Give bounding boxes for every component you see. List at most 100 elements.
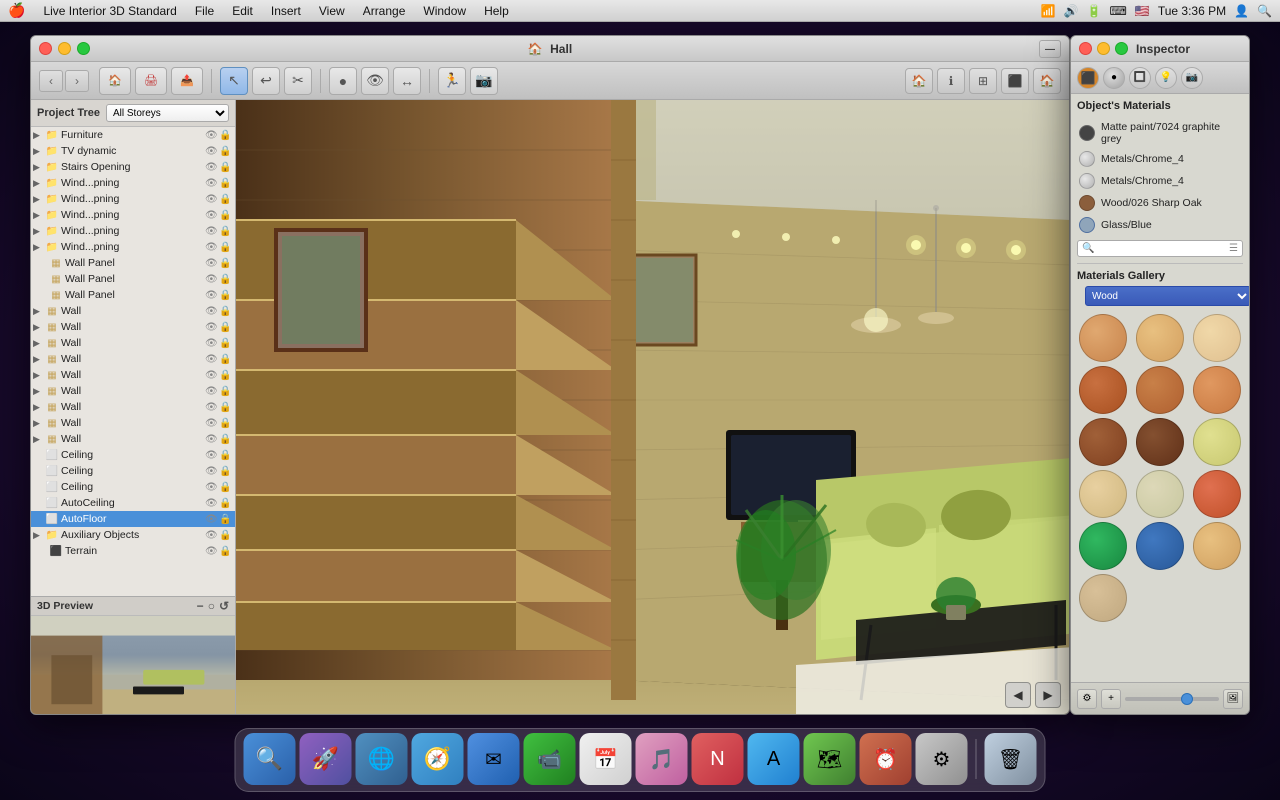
swatch-wood11[interactable]: [1136, 470, 1184, 518]
dock-sysprefs[interactable]: ⚙: [916, 733, 968, 785]
material-item-2[interactable]: Metals/Chrome_4: [1077, 148, 1243, 170]
floorplan-btn[interactable]: 🏠: [1033, 68, 1061, 94]
move-tool[interactable]: ↔: [393, 67, 421, 95]
lock-icon[interactable]: 🔒: [219, 258, 233, 269]
tree-item-wall-4[interactable]: ▶ ▦ Wall 👁 🔒: [31, 351, 235, 367]
collapse-button[interactable]: —: [1039, 40, 1061, 58]
material-item-3[interactable]: Metals/Chrome_4: [1077, 170, 1243, 192]
visibility-icon[interactable]: 👁: [205, 386, 219, 397]
dock-facetime[interactable]: 📹: [524, 733, 576, 785]
swatch-wood2[interactable]: [1136, 314, 1184, 362]
visibility-icon[interactable]: 👁: [205, 370, 219, 381]
menubar-insert[interactable]: Insert: [263, 2, 309, 20]
print-button[interactable]: 🖨: [135, 67, 167, 95]
lock-icon[interactable]: 🔒: [219, 194, 233, 205]
swatch-wood14[interactable]: [1136, 522, 1184, 570]
swatch-wood5[interactable]: [1136, 366, 1184, 414]
maximize-button[interactable]: [77, 42, 90, 55]
home-button[interactable]: 🏠: [99, 67, 131, 95]
lock-icon[interactable]: 🔒: [219, 450, 233, 461]
material-item-5[interactable]: Glass/Blue: [1077, 214, 1243, 236]
tree-item-wall-3[interactable]: ▶ ▦ Wall 👁 🔒: [31, 335, 235, 351]
menubar-view[interactable]: View: [311, 2, 353, 20]
light-tool-btn[interactable]: 💡: [1155, 67, 1177, 89]
search-icon[interactable]: 🔍: [1257, 4, 1272, 18]
tree-item-autoceiling[interactable]: ⬜ AutoCeiling 👁 🔒: [31, 495, 235, 511]
visibility-icon[interactable]: 👁: [205, 354, 219, 365]
lock-icon[interactable]: 🔒: [219, 306, 233, 317]
menubar-edit[interactable]: Edit: [224, 2, 261, 20]
cube-tool-btn[interactable]: ⬛: [1077, 67, 1099, 89]
tree-item-wall-1[interactable]: ▶ ▦ Wall 👁 🔒: [31, 303, 235, 319]
nav-forward-button[interactable]: ›: [65, 70, 89, 92]
close-button[interactable]: [39, 42, 52, 55]
walk-tool[interactable]: 🏃: [438, 67, 466, 95]
dock-mail[interactable]: ✉: [468, 733, 520, 785]
dock-appstore[interactable]: A: [748, 733, 800, 785]
inspector-slider-thumb[interactable]: [1181, 693, 1193, 705]
dock-news[interactable]: N: [692, 733, 744, 785]
visibility-icon[interactable]: 👁: [205, 194, 219, 205]
info-btn[interactable]: ℹ: [937, 68, 965, 94]
dock-finder[interactable]: 🔍: [244, 733, 296, 785]
camera-tool-btn[interactable]: 📷: [1181, 67, 1203, 89]
lock-icon[interactable]: 🔒: [219, 530, 233, 541]
inspector-gear-btn[interactable]: ⚙: [1077, 689, 1097, 709]
tree-item-wall-5[interactable]: ▶ ▦ Wall 👁 🔒: [31, 367, 235, 383]
storeys-select[interactable]: All Storeys: [106, 104, 229, 122]
lock-icon[interactable]: 🔒: [219, 498, 233, 509]
tree-item-wallpanel-2[interactable]: ▦ Wall Panel 👁 🔒: [31, 271, 235, 287]
dot-tool[interactable]: ●: [329, 67, 357, 95]
tree-item-ceiling-1[interactable]: ⬜ Ceiling 👁 🔒: [31, 447, 235, 463]
user-icon[interactable]: 👤: [1234, 4, 1249, 18]
zoom-reset-btn[interactable]: ○: [208, 599, 215, 613]
lock-icon[interactable]: 🔒: [219, 418, 233, 429]
scroll-left-btn[interactable]: ◀: [1005, 682, 1031, 708]
visibility-icon[interactable]: 👁: [205, 242, 219, 253]
visibility-icon[interactable]: 👁: [205, 450, 219, 461]
tree-item-wall-2[interactable]: ▶ ▦ Wall 👁 🔒: [31, 319, 235, 335]
visibility-icon[interactable]: 👁: [205, 402, 219, 413]
menubar-appname[interactable]: Live Interior 3D Standard: [35, 2, 184, 20]
inspector-maximize-btn[interactable]: [1115, 42, 1128, 55]
volume-icon[interactable]: 🔊: [1064, 4, 1079, 18]
swatch-wood1[interactable]: [1079, 314, 1127, 362]
swatch-wood8[interactable]: [1136, 418, 1184, 466]
tree-item-wallpanel-1[interactable]: ▦ Wall Panel 👁 🔒: [31, 255, 235, 271]
visibility-icon[interactable]: 👁: [205, 434, 219, 445]
dock-safari[interactable]: 🧭: [412, 733, 464, 785]
visibility-icon[interactable]: 👁: [205, 322, 219, 333]
visibility-icon[interactable]: 👁: [205, 306, 219, 317]
material-item-1[interactable]: Matte paint/7024 graphite grey: [1077, 118, 1243, 148]
menubar-file[interactable]: File: [187, 2, 222, 20]
lock-icon[interactable]: 🔒: [219, 466, 233, 477]
inspector-minimize-btn[interactable]: [1097, 42, 1110, 55]
visibility-icon[interactable]: 👁: [205, 210, 219, 221]
apple-menu[interactable]: 🍎: [8, 2, 25, 19]
scissors-tool[interactable]: ✂: [284, 67, 312, 95]
tree-item-wall-8[interactable]: ▶ ▦ Wall 👁 🔒: [31, 415, 235, 431]
lock-icon[interactable]: 🔒: [219, 482, 233, 493]
dock-calendar[interactable]: 📅: [580, 733, 632, 785]
visibility-icon[interactable]: 👁: [205, 514, 219, 525]
rotate-tool[interactable]: ↩: [252, 67, 280, 95]
visibility-icon[interactable]: 👁: [205, 466, 219, 477]
lock-icon[interactable]: 🔒: [219, 434, 233, 445]
dock-itunes[interactable]: 🎵: [636, 733, 688, 785]
tree-item-ceiling-2[interactable]: ⬜ Ceiling 👁 🔒: [31, 463, 235, 479]
tree-item-window-1[interactable]: ▶ 📁 Wind...pning 👁 🔒: [31, 175, 235, 191]
dock-timemachine[interactable]: ⏰: [860, 733, 912, 785]
visibility-icon[interactable]: 👁: [205, 178, 219, 189]
lock-icon[interactable]: 🔒: [219, 130, 233, 141]
visibility-icon[interactable]: 👁: [205, 146, 219, 157]
lock-icon[interactable]: 🔒: [219, 242, 233, 253]
wifi-icon[interactable]: 📶: [1041, 4, 1056, 18]
scroll-right-btn[interactable]: ▶: [1035, 682, 1061, 708]
swatch-wood6[interactable]: [1193, 366, 1241, 414]
lock-icon[interactable]: 🔒: [219, 386, 233, 397]
tree-item-autofloor[interactable]: ⬜ AutoFloor 👁 🔒: [31, 511, 235, 527]
lock-icon[interactable]: 🔒: [219, 514, 233, 525]
rotate-btn[interactable]: ↺: [219, 599, 229, 613]
swatch-wood4[interactable]: [1079, 366, 1127, 414]
tree-item-furniture[interactable]: ▶ 📁 Furniture 👁 🔒: [31, 127, 235, 143]
